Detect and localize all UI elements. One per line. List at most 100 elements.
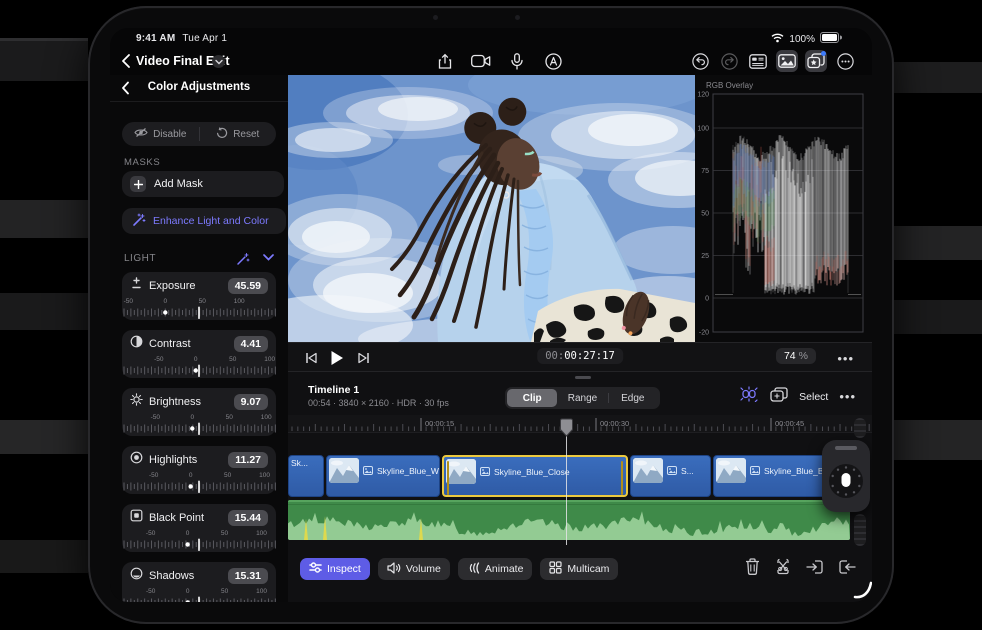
annotate-icon[interactable] bbox=[542, 50, 564, 72]
audio-track[interactable] bbox=[288, 500, 850, 540]
connect-overlay-icon[interactable] bbox=[770, 386, 788, 407]
blackpoint-icon bbox=[130, 509, 143, 527]
slider-ruler[interactable]: -50 0 50 100 bbox=[122, 296, 276, 320]
background-window-fragment bbox=[0, 420, 88, 454]
timeline-area: Timeline 1 00:54 · 3840 × 2160 · HDR · 3… bbox=[288, 372, 872, 602]
timeline-resize-handle[interactable] bbox=[575, 376, 591, 379]
skip-forward-icon[interactable] bbox=[354, 349, 372, 367]
slider-brightness[interactable]: Brightness 9.07 -50 0 50 100 bbox=[122, 388, 276, 436]
playhead-handle[interactable] bbox=[560, 418, 573, 442]
mic-icon[interactable] bbox=[506, 50, 528, 72]
slider-label: Brightness bbox=[149, 396, 201, 408]
select-button[interactable]: Select bbox=[799, 391, 828, 403]
slider-value[interactable]: 11.27 bbox=[228, 452, 268, 468]
mode-edge[interactable]: Edge bbox=[607, 389, 658, 407]
jog-dial-widget[interactable] bbox=[822, 440, 870, 512]
slider-value[interactable]: 15.44 bbox=[227, 510, 268, 526]
auto-enhance-icon[interactable] bbox=[236, 252, 250, 269]
svg-text:0: 0 bbox=[189, 472, 193, 479]
back-chevron-icon[interactable] bbox=[118, 52, 136, 70]
slider-black-point[interactable]: Black Point 15.44 -50 0 50 100 bbox=[122, 504, 276, 552]
slider-value[interactable]: 4.41 bbox=[233, 336, 268, 352]
volume-button[interactable]: Volume bbox=[377, 558, 450, 580]
trim-handle-right[interactable] bbox=[621, 461, 623, 495]
slider-shadows[interactable]: Shadows 15.31 -50 0 50 100 bbox=[122, 562, 276, 602]
timeline-clip[interactable]: Skyline_Blue_Wide bbox=[326, 455, 440, 497]
redo-icon bbox=[718, 50, 740, 72]
light-section-row[interactable]: LIGHT bbox=[124, 253, 274, 268]
share-icon[interactable] bbox=[434, 50, 456, 72]
enhance-button[interactable]: Enhance Light and Color bbox=[122, 208, 286, 234]
magnetic-timeline-icon[interactable] bbox=[739, 386, 759, 407]
slider-value[interactable]: 15.31 bbox=[227, 568, 268, 584]
svg-text:-50: -50 bbox=[146, 588, 156, 595]
timeline-edit-icons bbox=[745, 558, 856, 580]
slider-value[interactable]: 45.59 bbox=[227, 278, 268, 294]
timeline-more-icon[interactable]: ••• bbox=[839, 389, 856, 404]
drag-handle[interactable] bbox=[835, 446, 857, 450]
timeline-vertical-scrollbar[interactable] bbox=[854, 418, 866, 438]
undo-icon[interactable] bbox=[689, 50, 711, 72]
disable-reset-group: Disable Reset bbox=[122, 122, 276, 146]
media-icon[interactable] bbox=[776, 50, 798, 72]
disable-button[interactable]: Disable bbox=[122, 127, 199, 141]
more-icon[interactable] bbox=[834, 50, 856, 72]
project-title-chevron-icon[interactable] bbox=[212, 55, 225, 68]
divider bbox=[607, 393, 609, 403]
slider-highlights[interactable]: Highlights 11.27 -50 0 50 100 bbox=[122, 446, 276, 494]
slider-contrast[interactable]: Contrast 4.41 -50 0 50 100 bbox=[122, 330, 276, 378]
zoom-value: 74 bbox=[783, 350, 796, 362]
trash-icon[interactable] bbox=[745, 558, 760, 580]
slider-ruler[interactable]: -50 0 50 100 bbox=[122, 528, 276, 552]
append-clip-icon[interactable] bbox=[838, 559, 856, 580]
timeline-clip[interactable]: Skyline_Blue_Close bbox=[442, 455, 628, 497]
mode-clip[interactable]: Clip bbox=[507, 389, 558, 407]
multicam-button[interactable]: Multicam bbox=[540, 558, 619, 580]
blade-icon[interactable] bbox=[774, 558, 792, 580]
svg-text:0: 0 bbox=[186, 588, 190, 595]
timeline-meta: 00:54 · 3840 × 2160 · HDR · 30 fps bbox=[308, 398, 449, 408]
slider-ruler[interactable]: -50 0 50 100 bbox=[122, 354, 276, 378]
slider-label: Highlights bbox=[149, 454, 198, 466]
timeline-clip[interactable]: S... bbox=[630, 455, 711, 497]
mode-range[interactable]: Range bbox=[557, 389, 607, 407]
slider-ruler[interactable]: -50 0 50 100 bbox=[122, 470, 276, 494]
background-window-fragment bbox=[0, 540, 88, 573]
scope-tick-label: 100 bbox=[697, 126, 709, 133]
playhead-line[interactable] bbox=[566, 435, 567, 545]
browser-icon[interactable] bbox=[747, 50, 769, 72]
slider-ruler[interactable]: -50 0 50 100 bbox=[122, 586, 276, 602]
jog-wheel-icon[interactable] bbox=[822, 454, 870, 510]
slider-exposure[interactable]: Exposure 45.59 -50 0 50 100 bbox=[122, 272, 276, 320]
trim-handle-left[interactable] bbox=[447, 461, 449, 495]
camera-icon[interactable] bbox=[470, 50, 492, 72]
animate-button[interactable]: Animate bbox=[457, 558, 533, 580]
viewer-more-icon[interactable]: ••• bbox=[837, 351, 854, 366]
skip-back-icon[interactable] bbox=[302, 349, 320, 367]
slider-value[interactable]: 9.07 bbox=[233, 394, 268, 410]
timeline-ruler[interactable]: 00:00:15 00:00:30 00:00:45 bbox=[288, 415, 872, 433]
contrast-icon bbox=[130, 335, 143, 353]
animate-icon bbox=[467, 561, 480, 577]
panel-header: Color Adjustments bbox=[110, 75, 288, 102]
chevron-down-icon[interactable] bbox=[263, 253, 274, 264]
slider-ruler[interactable]: -50 0 50 100 bbox=[122, 412, 276, 436]
video-preview[interactable] bbox=[288, 75, 695, 342]
scope-tick-label: 25 bbox=[701, 253, 709, 260]
tool-label: Inspect bbox=[327, 563, 361, 575]
play-icon[interactable] bbox=[328, 349, 346, 367]
insert-clip-icon[interactable] bbox=[806, 559, 824, 580]
timeline-clip[interactable]: Sk... bbox=[288, 455, 324, 497]
timeline-vertical-scrollbar[interactable] bbox=[854, 514, 866, 546]
ruler-label: 00:00:15 bbox=[425, 419, 454, 428]
timecode-display[interactable]: 00:00:27:17 bbox=[537, 348, 623, 364]
masks-section-label: MASKS bbox=[124, 157, 161, 168]
zoom-level-button[interactable]: 74% bbox=[775, 348, 816, 364]
svg-text:50: 50 bbox=[226, 414, 234, 421]
reset-button[interactable]: Reset bbox=[200, 126, 277, 142]
svg-text:-50: -50 bbox=[146, 530, 156, 537]
add-mask-button[interactable]: Add Mask bbox=[122, 171, 284, 197]
tool-label: Multicam bbox=[567, 563, 610, 575]
effects-icon[interactable] bbox=[805, 50, 827, 72]
inspect-button[interactable]: Inspect bbox=[300, 558, 370, 580]
